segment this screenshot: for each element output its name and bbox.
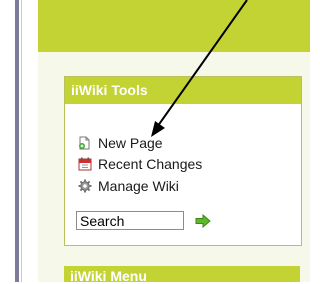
pointer-arrow xyxy=(151,0,248,137)
